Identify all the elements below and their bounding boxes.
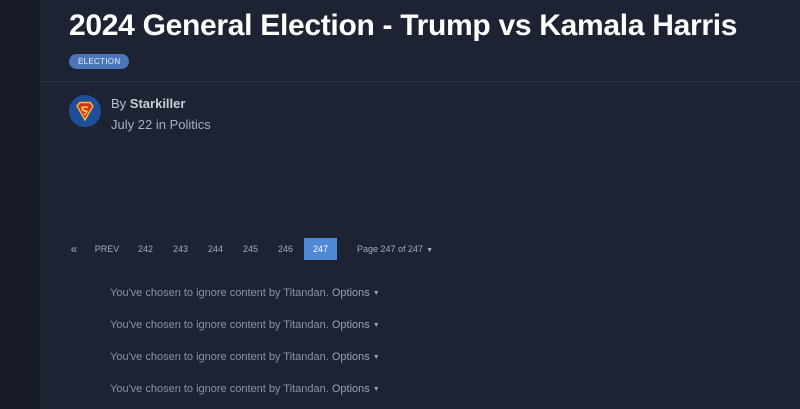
ignored-options-button[interactable]: Options ▼ [332, 287, 380, 299]
post-in-word: in [155, 117, 166, 132]
prev-page-button[interactable]: PREV [86, 238, 128, 260]
ignored-options-button[interactable]: Options ▼ [332, 319, 380, 331]
current-page-247[interactable]: 247 [304, 238, 337, 260]
caret-down-icon: ▼ [372, 322, 380, 329]
ignored-content-text: You've chosen to ignore content by Titan… [110, 351, 329, 363]
ignored-content-text: You've chosen to ignore content by Titan… [110, 319, 329, 331]
ignored-options-label: Options [331, 319, 370, 331]
superman-shield-icon [69, 95, 101, 127]
post-meta: July 22 in Politics [111, 117, 211, 132]
topic-tag[interactable]: ELECTION [69, 54, 130, 69]
header-divider [40, 81, 800, 82]
ignored-content-row: You've chosen to ignore content by Titan… [110, 351, 380, 363]
page-link-246[interactable]: 246 [268, 238, 303, 260]
post-forum-link[interactable]: Politics [170, 117, 211, 132]
ignored-options-label: Options [331, 351, 370, 363]
author-name[interactable]: Starkiller [130, 96, 186, 111]
ignored-content-row: You've chosen to ignore content by Titan… [110, 319, 380, 331]
caret-down-icon: ▼ [426, 247, 433, 254]
caret-down-icon: ▼ [372, 386, 380, 393]
ignored-options-button[interactable]: Options ▼ [332, 383, 380, 395]
ignored-content-row: You've chosen to ignore content by Titan… [110, 287, 380, 299]
ignored-options-label: Options [331, 383, 370, 395]
pagination: « PREV 242 243 244 245 246 247 Page 247 … [62, 238, 433, 260]
topic-title: 2024 General Election - Trump vs Kamala … [69, 9, 738, 42]
page-link-244[interactable]: 244 [198, 238, 233, 260]
caret-down-icon: ▼ [372, 290, 380, 297]
ignored-content-row: You've chosen to ignore content by Titan… [110, 383, 380, 395]
post-date: July 22 [111, 117, 153, 132]
first-page-button[interactable]: « [62, 238, 86, 260]
page-jump-label: Page 247 of 247 [357, 244, 424, 254]
caret-down-icon: ▼ [372, 354, 380, 361]
topic-content [40, 0, 800, 409]
page-link-243[interactable]: 243 [163, 238, 198, 260]
left-rail [0, 0, 40, 409]
ignored-options-label: Options [331, 287, 370, 299]
page-jump-dropdown[interactable]: Page 247 of 247 ▼ [357, 238, 433, 260]
author-prefix: By [111, 96, 127, 111]
ignored-content-text: You've chosen to ignore content by Titan… [110, 383, 329, 395]
page-link-242[interactable]: 242 [128, 238, 163, 260]
author-line: By Starkiller [111, 96, 185, 111]
ignored-options-button[interactable]: Options ▼ [332, 351, 380, 363]
author-avatar[interactable] [69, 95, 101, 127]
ignored-content-text: You've chosen to ignore content by Titan… [110, 287, 329, 299]
page-link-245[interactable]: 245 [233, 238, 268, 260]
